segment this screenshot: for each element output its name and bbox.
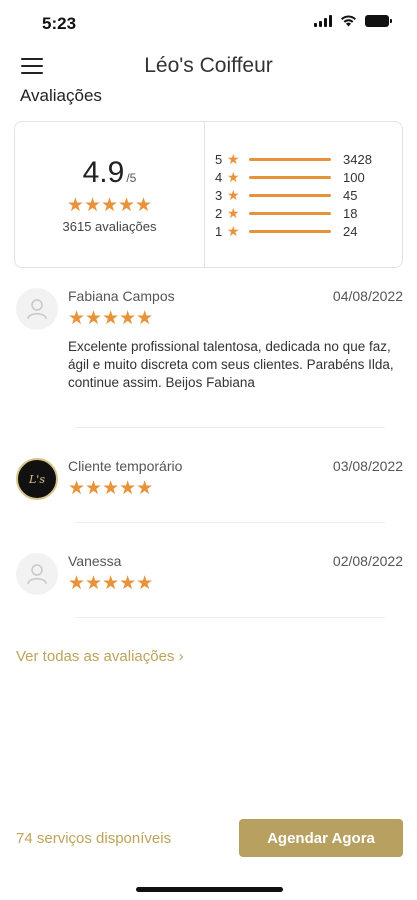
rating-total: 3615 avaliações — [62, 218, 157, 234]
rating-breakdown-row: 3 ★ 45 — [215, 186, 402, 204]
rating-breakdown-row: 5 ★ 3428 — [215, 150, 402, 168]
cellular-signal-icon — [314, 15, 332, 27]
rating-breakdown: 5 ★ 3428 4 ★ 100 3 ★ 45 2 ★ 18 1 ★ 24 — [205, 122, 402, 267]
divider — [75, 522, 385, 523]
rating-breakdown-row: 1 ★ 24 — [215, 222, 402, 240]
breakdown-bar — [249, 175, 331, 179]
breakdown-star-level: 5 — [215, 151, 223, 167]
breakdown-count: 24 — [343, 223, 358, 239]
review-stars: ★★★★★ — [68, 308, 154, 329]
wifi-icon — [341, 15, 356, 27]
breakdown-count: 100 — [343, 169, 365, 185]
chevron-right-icon: › — [178, 648, 184, 665]
review-item: Vanessa 02/08/2022 ★★★★★ — [14, 553, 403, 603]
reviewer-name: Cliente temporário — [68, 458, 183, 474]
breakdown-count: 3428 — [343, 151, 372, 167]
star-icon: ★ — [227, 204, 240, 221]
book-now-button[interactable]: Agendar Agora — [239, 819, 403, 857]
breakdown-bar — [249, 157, 331, 161]
star-icon: ★ — [227, 150, 240, 167]
divider — [75, 427, 385, 428]
user-placeholder-icon — [16, 553, 58, 595]
review-stars: ★★★★★ — [68, 573, 154, 594]
reviewer-name: Vanessa — [68, 553, 122, 569]
battery-icon — [365, 15, 392, 27]
user-placeholder-icon — [16, 288, 58, 330]
breakdown-bar — [249, 193, 331, 197]
breakdown-star-level: 3 — [215, 187, 223, 203]
breakdown-count: 18 — [343, 205, 358, 221]
rating-score: 4.9 — [82, 155, 125, 189]
see-all-label: Ver todas as avaliações — [16, 648, 175, 665]
breakdown-bar — [249, 229, 331, 233]
review-date: 03/08/2022 — [332, 458, 403, 474]
review-date: 04/08/2022 — [332, 288, 403, 304]
review-text: Excelente profissional talentosa, dedica… — [68, 339, 394, 390]
reviewer-name: Fabiana Campos — [68, 288, 175, 304]
breakdown-star-level: 4 — [215, 169, 223, 185]
page-title: Léo's Coiffeur — [144, 54, 273, 77]
breakdown-count: 45 — [343, 187, 358, 203]
breakdown-star-level: 1 — [215, 223, 223, 239]
salon-logo: L's — [16, 458, 58, 500]
status-time: 5:23 — [42, 14, 77, 33]
review-item: L's Cliente temporário 03/08/2022 ★★★★★ — [14, 458, 403, 508]
footer-bar: 74 serviços disponíveis Agendar Agora — [0, 808, 417, 868]
home-indicator[interactable] — [136, 887, 283, 892]
status-icons — [314, 15, 392, 27]
rating-stars: ★★★★★ — [66, 194, 153, 216]
divider — [75, 617, 385, 618]
star-icon: ★ — [227, 222, 240, 239]
rating-breakdown-row: 2 ★ 18 — [215, 204, 402, 222]
rating-overview: 4.9 /5 ★★★★★ 3615 avaliações — [15, 122, 205, 267]
review-stars: ★★★★★ — [68, 478, 154, 499]
section-title: Avaliações — [20, 86, 102, 105]
see-all-reviews-link[interactable]: Ver todas as avaliações › — [16, 648, 184, 665]
rating-breakdown-row: 4 ★ 100 — [215, 168, 402, 186]
status-bar: 5:23 — [0, 0, 417, 46]
review-item: Fabiana Campos 04/08/2022 ★★★★★ Excelent… — [14, 288, 403, 408]
review-date: 02/08/2022 — [332, 553, 403, 569]
star-icon: ★ — [227, 168, 240, 185]
top-nav: Léo's Coiffeur — [0, 48, 417, 88]
services-count: 74 serviços disponíveis — [16, 830, 172, 847]
rating-max: /5 — [126, 170, 137, 185]
rating-summary-card: 4.9 /5 ★★★★★ 3615 avaliações 5 ★ 3428 4 … — [14, 121, 403, 268]
star-icon: ★ — [227, 186, 240, 203]
breakdown-star-level: 2 — [215, 205, 223, 221]
breakdown-bar — [249, 211, 331, 215]
